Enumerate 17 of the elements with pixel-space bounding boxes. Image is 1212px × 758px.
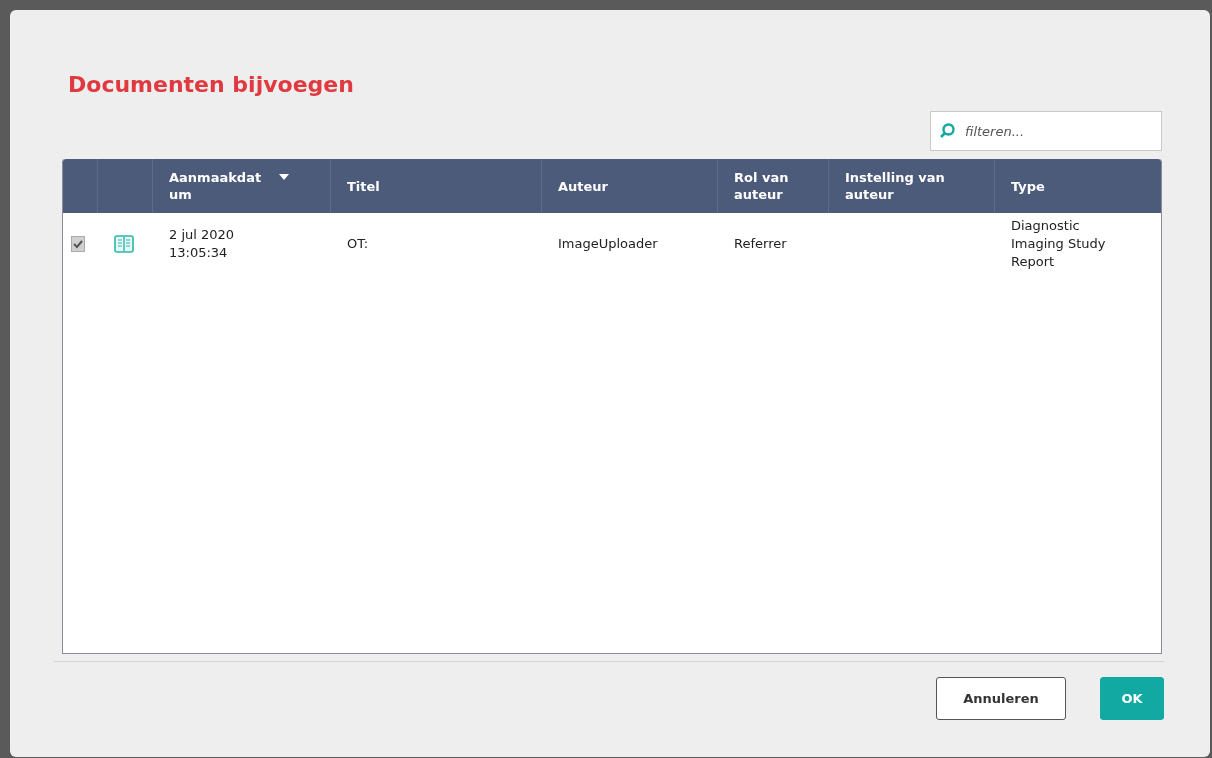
column-header[interactable]: Aanmaakdatum bbox=[153, 159, 331, 213]
cancel-button[interactable]: Annuleren bbox=[936, 677, 1066, 720]
table-cell: OT: bbox=[347, 235, 369, 253]
table-cell-text: Diagnostic Imaging Study Report bbox=[1011, 217, 1107, 271]
column-header[interactable]: Auteur bbox=[542, 159, 718, 213]
filter-field[interactable]: filteren... bbox=[930, 111, 1162, 151]
search-icon bbox=[939, 123, 955, 139]
column-header[interactable]: Titel bbox=[331, 159, 542, 213]
document-icon bbox=[114, 235, 134, 253]
dialog-title: Documenten bijvoegen bbox=[68, 72, 355, 97]
table-cell: ImageUploader bbox=[558, 235, 658, 253]
checkbox[interactable] bbox=[71, 236, 85, 252]
table-cell: Referrer bbox=[734, 235, 787, 253]
column-header[interactable]: Type bbox=[995, 159, 1161, 213]
table-cell-text: 2 jul 2020 13:05:34 bbox=[169, 226, 236, 262]
column-header[interactable]: Instelling van auteur bbox=[829, 159, 995, 213]
column-header[interactable]: Rol van auteur bbox=[718, 159, 829, 213]
